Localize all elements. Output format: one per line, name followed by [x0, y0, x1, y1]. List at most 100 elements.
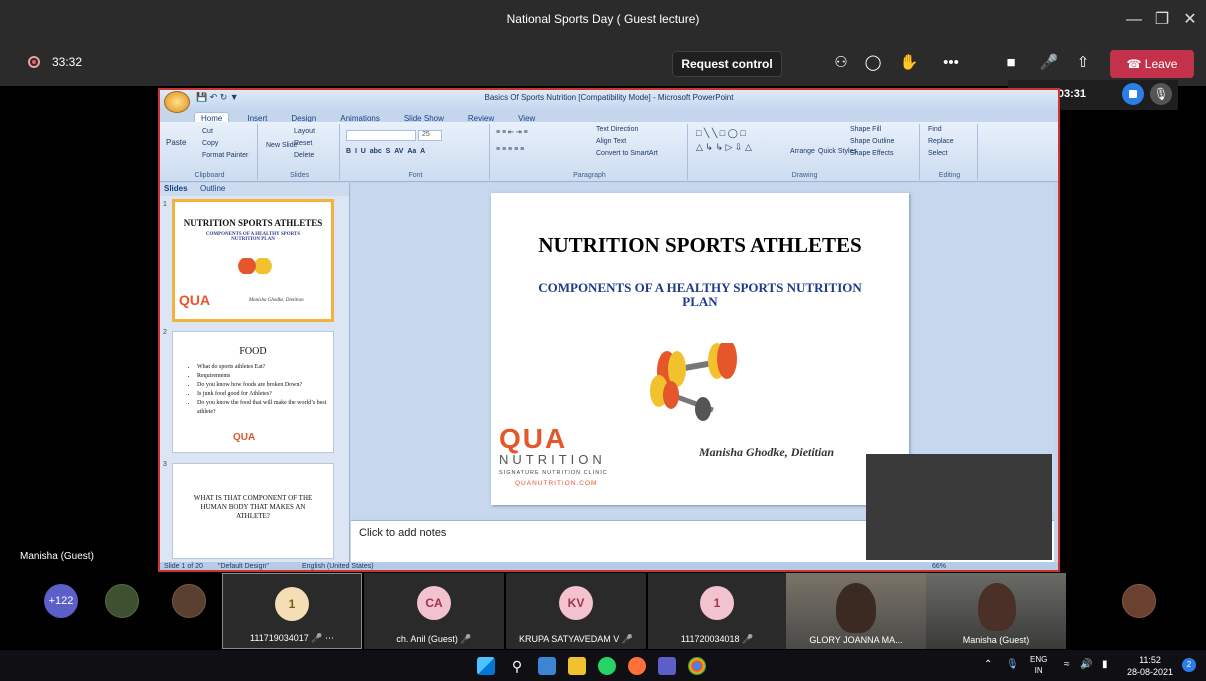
participant-initials: 1 — [700, 586, 734, 620]
chevron-up-icon[interactable]: ⌃ — [984, 659, 992, 670]
editing-group: Find Replace Select Editing — [922, 124, 978, 180]
font-format-buttons[interactable]: B I U abc S AV Aa A — [346, 148, 425, 155]
title-bar: National Sports Day ( Guest lecture) — ❐… — [0, 0, 1206, 40]
video-person — [836, 583, 876, 633]
tab-outline[interactable]: Outline — [200, 184, 225, 193]
thumb-logo: QUA — [179, 292, 211, 308]
chat-icon[interactable]: ◯ — [862, 52, 884, 74]
zoom-level[interactable]: 66% — [932, 563, 946, 570]
maximize-icon[interactable]: ❐ — [1150, 8, 1174, 32]
participant-name: KRUPA SATYAVEDAM V 🎤 — [518, 634, 634, 644]
search-icon[interactable]: ⚲ — [508, 657, 526, 675]
participant-name: 111719034017 🎤 ⋯ — [250, 633, 334, 643]
clipboard-group: Paste Cut Copy Format Painter Clipboard — [162, 124, 258, 180]
format-painter-button[interactable]: Format Painter — [202, 152, 248, 159]
request-control-button[interactable]: Request control — [672, 51, 782, 77]
leave-button[interactable]: ☎ Leave — [1110, 50, 1194, 78]
slides-group: New Slide Layout Reset Delete Slides — [260, 124, 340, 180]
microphone-icon[interactable]: 🎙 — [1006, 659, 1019, 670]
logo-nutrition: NUTRITION — [499, 452, 606, 467]
align-text-button[interactable]: Align Text — [596, 138, 626, 145]
cut-button[interactable]: Cut — [202, 128, 213, 135]
file-explorer-icon[interactable] — [568, 657, 586, 675]
replace-button[interactable]: Replace — [928, 138, 954, 145]
mic-icon[interactable]: 🎙 — [1150, 83, 1172, 105]
minimize-icon[interactable]: — — [1122, 8, 1146, 32]
select-button[interactable]: Select — [928, 150, 947, 157]
clock[interactable]: 11:52 28-08-2021 — [1124, 654, 1176, 678]
thumb-bullet: Do you know the food that will make the … — [197, 399, 327, 417]
drawing-label: Drawing — [791, 172, 818, 179]
chrome-icon[interactable] — [688, 657, 706, 675]
qua-nutrition-logo: QUA NUTRITION SIGNATURE NUTRITION CLINIC… — [499, 425, 649, 501]
participant-tile[interactable]: KV KRUPA SATYAVEDAM V 🎤 — [506, 573, 646, 649]
shapes-gallery-row2[interactable]: △ ↳ ↳ ▷ ⇩ △ — [696, 142, 752, 153]
participant-name: Manisha (Guest) — [962, 635, 1030, 645]
text-direction-button[interactable]: Text Direction — [596, 126, 638, 133]
participant-tile[interactable]: 1 111720034018 🎤 — [648, 573, 786, 649]
participant-overflow[interactable]: +122 — [44, 584, 78, 618]
participant-avatar[interactable] — [105, 584, 139, 618]
stop-recording-icon[interactable] — [1122, 83, 1144, 105]
font-label: Font — [408, 172, 423, 179]
list-buttons[interactable]: ≡ ≡ ⇤ ⇥ ≡ — [496, 128, 528, 136]
font-size-box[interactable]: 25 — [418, 130, 442, 141]
dumbbell-image — [650, 343, 737, 421]
reset-button[interactable]: Reset — [294, 140, 312, 147]
participant-avatar[interactable] — [172, 584, 206, 618]
start-icon[interactable] — [477, 657, 495, 675]
whatsapp-icon[interactable] — [598, 657, 616, 675]
slide-thumbnail[interactable]: FOOD What do sports athletes Eat? Requir… — [172, 331, 334, 453]
editing-label: Editing — [938, 172, 961, 179]
language-indicator[interactable]: ENG IN — [1030, 654, 1047, 676]
slide-subtitle: COMPONENTS OF A HEALTHY SPORTS NUTRITION… — [538, 280, 862, 309]
panel-tabs: Slides Outline — [160, 183, 349, 196]
paragraph-group: ≡ ≡ ⇤ ⇥ ≡ ≡ ≡ ≡ ≡ ≡ Text Direction Align… — [492, 124, 688, 180]
participants-icon[interactable]: ⚇ — [830, 52, 852, 74]
participant-tile[interactable]: CA ch. Anil (Guest) 🎤 — [364, 573, 504, 649]
shape-effects-button[interactable]: Shape Effects — [850, 150, 893, 157]
wifi-icon[interactable]: ≈ — [1064, 659, 1070, 670]
more-actions-icon[interactable]: ••• — [940, 52, 962, 74]
shape-outline-button[interactable]: Shape Outline — [850, 138, 894, 145]
current-slide[interactable]: NUTRITION SPORTS ATHLETES COMPONENTS OF … — [491, 193, 909, 505]
firefox-icon[interactable] — [628, 657, 646, 675]
participant-video-tile[interactable]: Manisha (Guest) — [926, 573, 1066, 649]
video-person — [978, 583, 1016, 631]
meeting-timer: 33:32 — [52, 55, 83, 69]
notification-badge[interactable]: 2 — [1182, 658, 1196, 672]
slide-thumbnail[interactable]: NUTRITION SPORTS ATHLETES COMPONENTS OF … — [172, 199, 334, 322]
shape-fill-button[interactable]: Shape Fill — [850, 126, 881, 133]
close-icon[interactable]: ✕ — [1178, 8, 1202, 32]
copy-button[interactable]: Copy — [202, 140, 218, 147]
delete-button[interactable]: Delete — [294, 152, 314, 159]
drawing-group: □ ╲ ╲ □ ◯ □ △ ↳ ↳ ▷ ⇩ △ Arrange Quick St… — [690, 124, 920, 180]
font-group: 25 B I U abc S AV Aa A Font — [342, 124, 490, 180]
new-slide-button[interactable]: New Slide — [266, 142, 298, 149]
reactions-icon[interactable]: ✋ — [898, 52, 920, 74]
mic-off-icon[interactable]: 🎤 — [1038, 52, 1060, 74]
teams-icon[interactable] — [658, 657, 676, 675]
find-button[interactable]: Find — [928, 126, 942, 133]
paste-button[interactable]: Paste — [166, 138, 186, 147]
task-view-icon[interactable] — [538, 657, 556, 675]
convert-smartart-button[interactable]: Convert to SmartArt — [596, 150, 658, 157]
participant-video-tile[interactable]: GLORY JOANNA MA... — [786, 573, 926, 649]
font-name-box[interactable] — [346, 130, 416, 141]
language-status[interactable]: English (United States) — [302, 563, 374, 570]
arrange-button[interactable]: Arrange — [790, 148, 815, 155]
share-icon[interactable]: ⇧ — [1072, 52, 1094, 74]
participant-avatar[interactable] — [1122, 584, 1156, 618]
thumb-body: WHAT IS THAT COMPONENT OF THE HUMAN BODY… — [193, 494, 313, 520]
align-buttons[interactable]: ≡ ≡ ≡ ≡ ≡ — [496, 146, 524, 153]
participant-tile[interactable]: 1 111719034017 🎤 ⋯ — [222, 573, 362, 649]
tab-slides[interactable]: Slides — [164, 184, 188, 193]
thumb-bullet: Is junk food good for Athletes? — [197, 390, 327, 399]
slide-thumbnail[interactable]: WHAT IS THAT COMPONENT OF THE HUMAN BODY… — [172, 463, 334, 559]
volume-icon[interactable]: 🔊 — [1080, 659, 1092, 670]
participant-name: GLORY JOANNA MA... — [809, 635, 903, 645]
shapes-gallery[interactable]: □ ╲ ╲ □ ◯ □ — [696, 128, 746, 139]
battery-icon[interactable]: ▮ — [1102, 659, 1108, 670]
camera-off-icon[interactable]: ■ — [1000, 52, 1022, 74]
layout-button[interactable]: Layout — [294, 128, 315, 135]
